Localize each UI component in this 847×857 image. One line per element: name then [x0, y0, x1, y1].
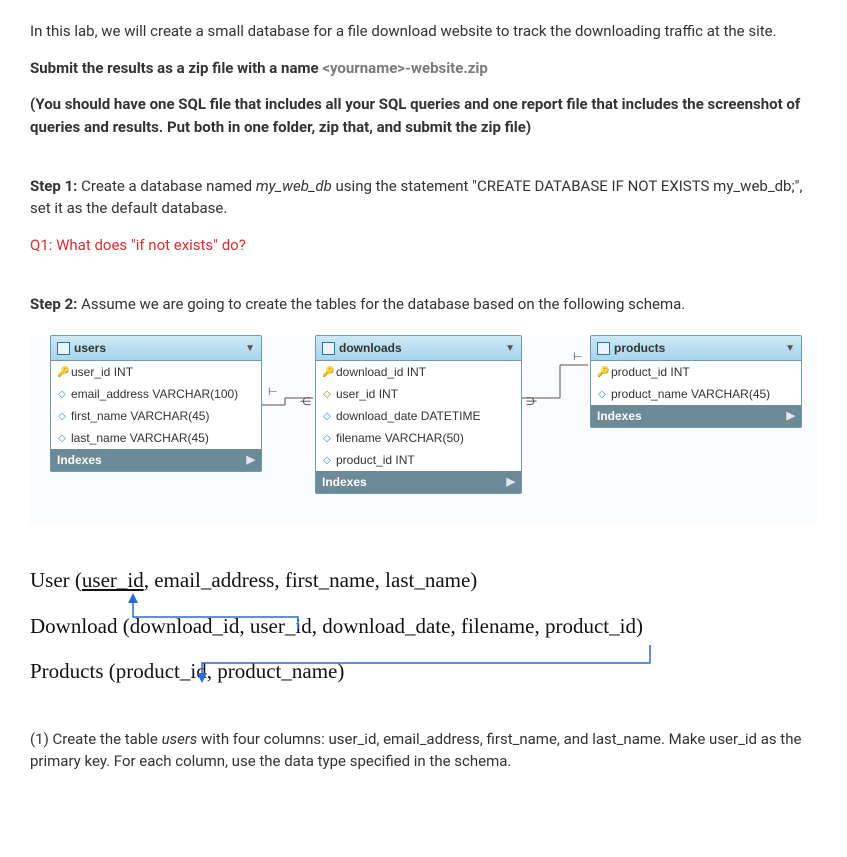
svg-text:⊢: ⊢ — [268, 385, 278, 398]
diamond-icon: ◇ — [322, 453, 332, 468]
table-users-cols: 🔑user_id INT ◇email_address VARCHAR(100)… — [51, 361, 261, 449]
table-downloads-title: downloads — [339, 339, 402, 357]
relational-schema-text: User (user_id, email_address, first_name… — [30, 565, 817, 688]
diamond-icon: ◇ — [57, 409, 67, 424]
filename-placeholder: <yourname>-website.zip — [322, 59, 487, 77]
submit-line: Submit the results as a zip file with a … — [30, 57, 817, 80]
step-1: Step 1: Create a database named my_web_d… — [30, 175, 817, 220]
table-products: products ▼ 🔑product_id INT ◇product_name… — [590, 335, 802, 428]
table-icon — [322, 342, 335, 355]
col-product-id: 🔑product_id INT — [591, 361, 801, 383]
table-products-header: products ▼ — [591, 336, 801, 361]
rel-products-line: Products (product_id, product_name) — [30, 656, 817, 688]
diamond-icon: ◇ — [322, 431, 332, 446]
paren-note: (You should have one SQL file that inclu… — [30, 93, 817, 138]
table-products-title: products — [614, 339, 665, 357]
diamond-icon: ◇ — [57, 387, 67, 402]
table-downloads: downloads ▼ 🔑download_id INT ◇user_id IN… — [315, 335, 522, 494]
key-icon: 🔑 — [597, 365, 607, 380]
table-users-header: users ▼ — [51, 336, 261, 361]
rel-user-entity: User — [30, 568, 70, 592]
diamond-icon: ◇ — [322, 409, 332, 424]
step1-dbname: my_web_db — [256, 177, 332, 195]
dropdown-icon: ▼ — [245, 341, 255, 356]
rel-user-pk: user_id — [82, 568, 144, 592]
key-icon: 🔑 — [57, 365, 67, 380]
step1-label: Step 1: — [30, 177, 81, 195]
diamond-icon: ◇ — [57, 431, 67, 446]
part1-text: (1) Create the table users with four col… — [30, 728, 817, 773]
key-icon: 🔑 — [322, 365, 332, 380]
col-d-user-id: ◇user_id INT — [316, 383, 521, 405]
dropdown-icon: ▼ — [505, 341, 515, 356]
col-email: ◇email_address VARCHAR(100) — [51, 383, 261, 405]
table-products-cols: 🔑product_id INT ◇product_name VARCHAR(45… — [591, 361, 801, 405]
arrow-right-icon: ▶ — [507, 474, 515, 491]
part1-italic: users — [162, 730, 198, 748]
step2-label: Step 2: — [30, 295, 81, 313]
arrow-right-icon: ▶ — [247, 452, 255, 469]
col-download-date: ◇download_date DATETIME — [316, 405, 521, 427]
rel-user-rest: , email_address, first_name, last_name) — [144, 568, 478, 592]
er-diagram: users ▼ 🔑user_id INT ◇email_address VARC… — [30, 335, 817, 525]
diamond-icon: ◇ — [322, 387, 332, 402]
svg-text:⊢: ⊢ — [573, 350, 583, 363]
diamond-icon: ◇ — [597, 387, 607, 402]
table-downloads-cols: 🔑download_id INT ◇user_id INT ◇download_… — [316, 361, 521, 471]
svg-text:⋺: ⋺ — [526, 395, 537, 408]
table-users: users ▼ 🔑user_id INT ◇email_address VARC… — [50, 335, 262, 472]
col-firstname: ◇first_name VARCHAR(45) — [51, 405, 261, 427]
col-product-name: ◇product_name VARCHAR(45) — [591, 383, 801, 405]
table-users-title: users — [74, 339, 106, 357]
indexes-row: Indexes▶ — [591, 405, 801, 427]
svg-text:⋲: ⋲ — [300, 395, 311, 408]
dropdown-icon: ▼ — [785, 341, 795, 356]
indexes-row: Indexes▶ — [316, 471, 521, 493]
rel-user-line: User (user_id, email_address, first_name… — [30, 565, 817, 597]
col-download-id: 🔑download_id INT — [316, 361, 521, 383]
step1-pre: Create a database named — [81, 177, 256, 195]
table-icon — [597, 342, 610, 355]
table-downloads-header: downloads ▼ — [316, 336, 521, 361]
step-2: Step 2: Assume we are going to create th… — [30, 293, 817, 316]
submit-prefix: Submit the results as a zip file with a … — [30, 59, 322, 77]
table-icon — [57, 342, 70, 355]
step2-text: Assume we are going to create the tables… — [81, 295, 685, 313]
intro-paragraph: In this lab, we will create a small data… — [30, 20, 817, 43]
rel-download-line: Download (download_id, user_id, download… — [30, 611, 817, 643]
col-filename: ◇filename VARCHAR(50) — [316, 427, 521, 449]
part1-pre: (1) Create the table — [30, 730, 162, 748]
q1: Q1: What does "if not exists" do? — [30, 234, 817, 257]
col-lastname: ◇last_name VARCHAR(45) — [51, 427, 261, 449]
indexes-row: Indexes▶ — [51, 449, 261, 471]
col-d-product-id: ◇product_id INT — [316, 449, 521, 471]
arrow-right-icon: ▶ — [787, 408, 795, 425]
col-user-id: 🔑user_id INT — [51, 361, 261, 383]
